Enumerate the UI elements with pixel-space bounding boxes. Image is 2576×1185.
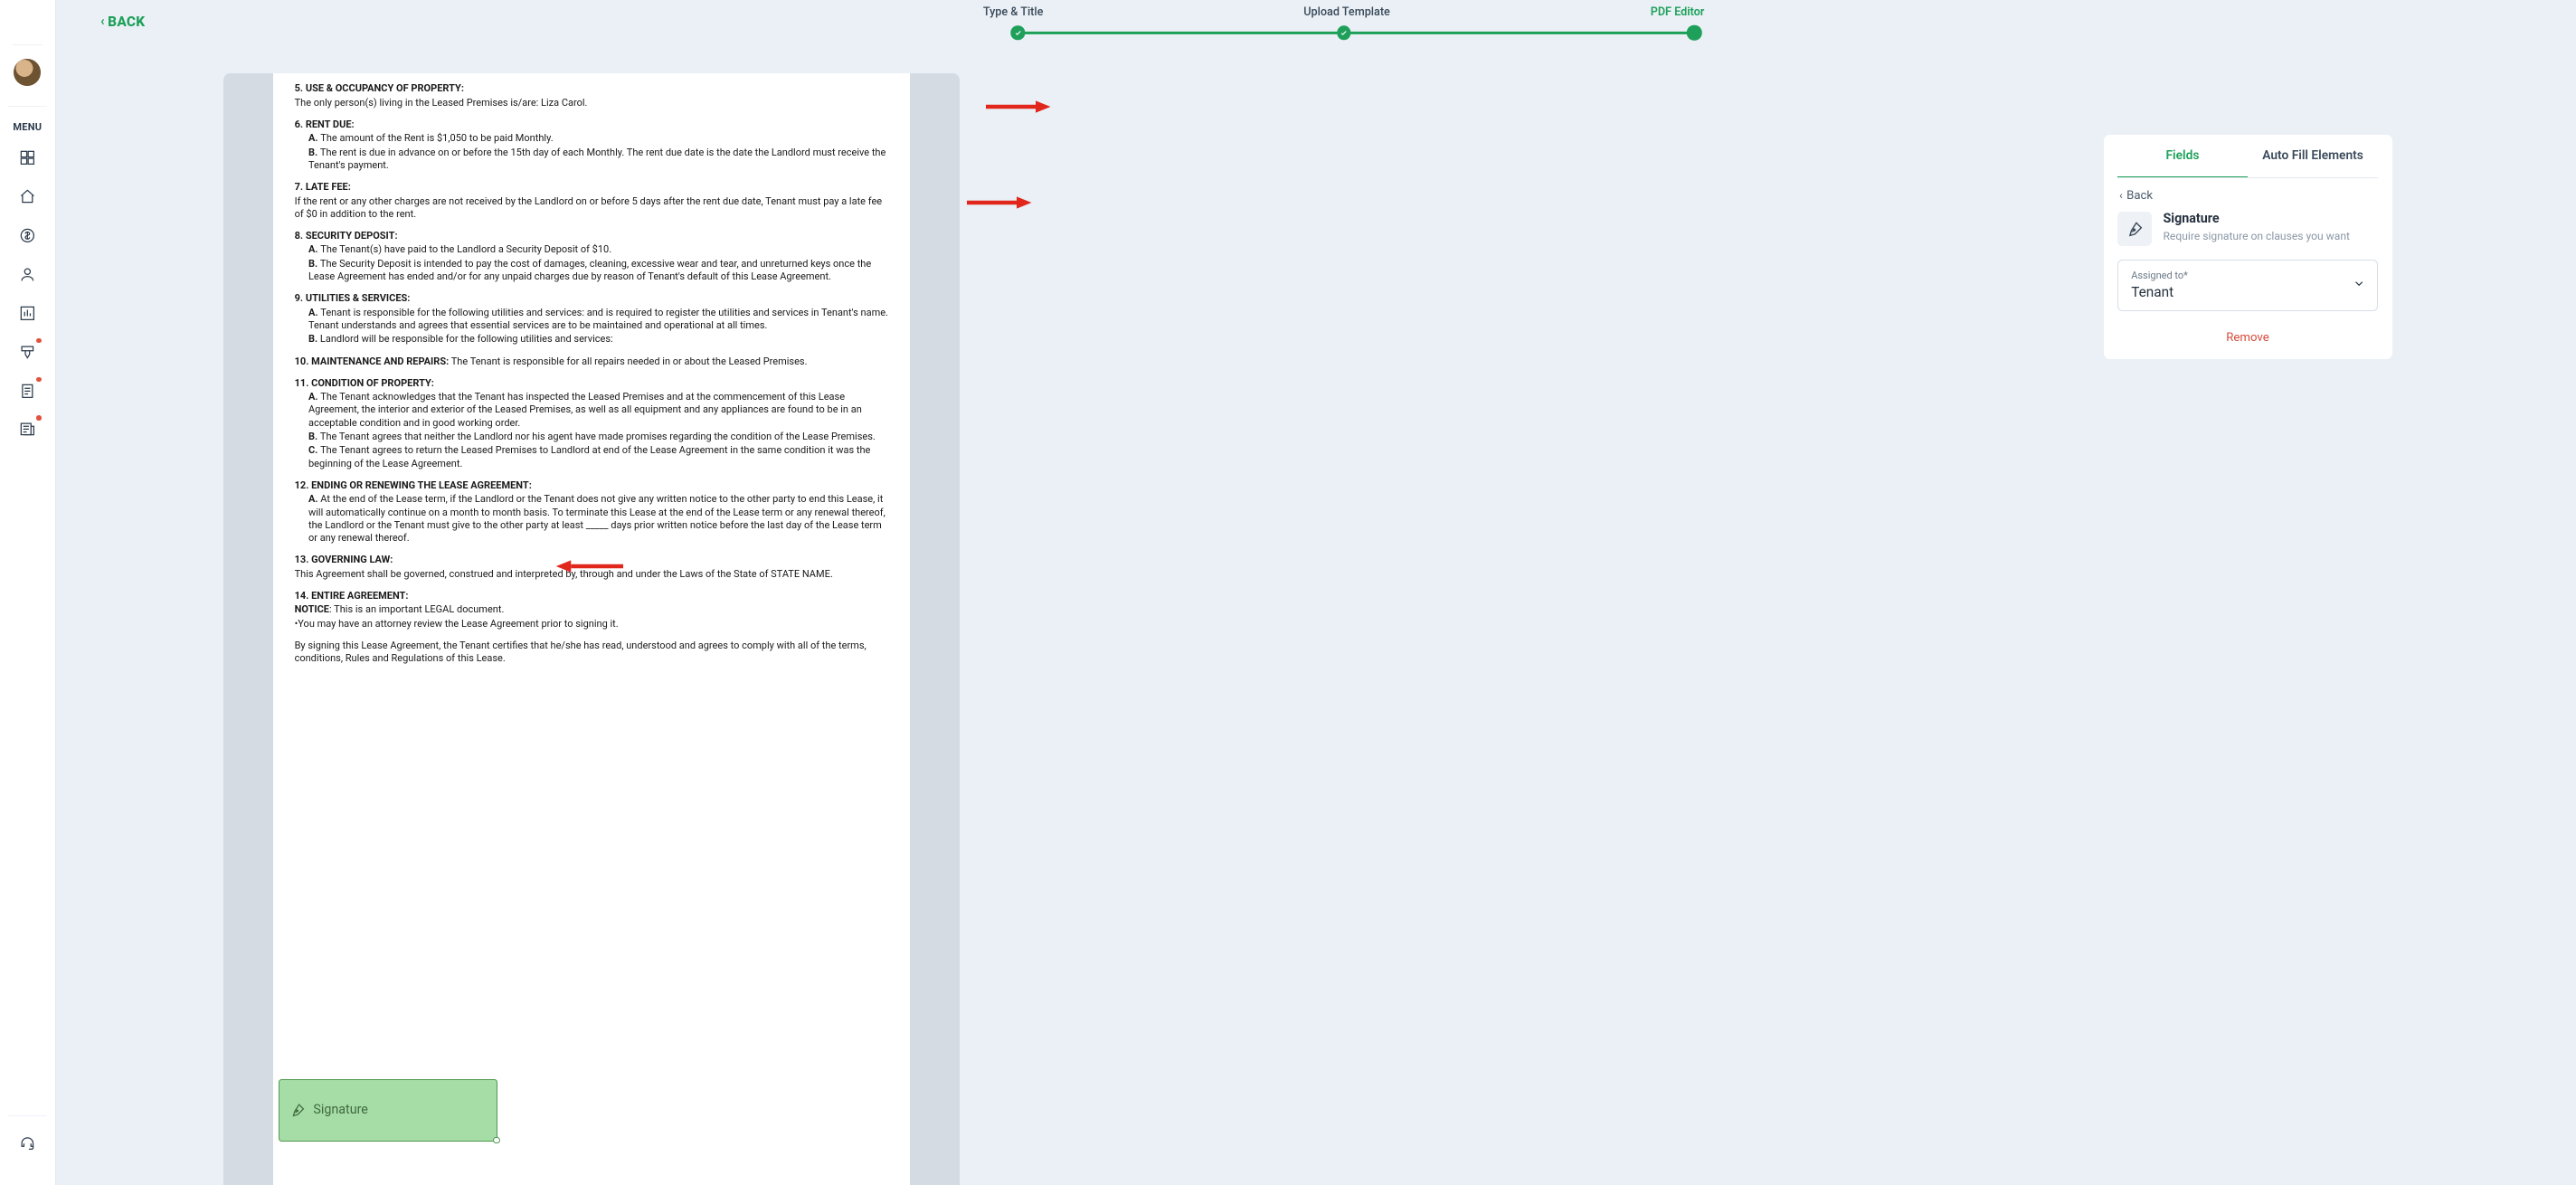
- step-label-2: Upload Template: [1303, 5, 1390, 19]
- divider: [8, 106, 46, 107]
- sec10-title: 10. MAINTENANCE AND REPAIRS:: [295, 356, 450, 367]
- document-page[interactable]: 5. USE & OCCUPANCY OF PROPERTY: The only…: [273, 73, 910, 1185]
- sec8-title: 8. SECURITY DEPOSIT:: [295, 230, 398, 242]
- chevron-down-icon: [2353, 278, 2365, 293]
- tab-fields[interactable]: Fields: [2117, 135, 2248, 177]
- sec14-title: 14. ENTIRE AGREEMENT:: [295, 590, 409, 602]
- sec7-body: If the rent or any other charges are not…: [295, 195, 890, 222]
- assigned-to-select[interactable]: Assigned to* Tenant: [2117, 260, 2378, 311]
- tab-autofill[interactable]: Auto Fill Elements: [2248, 135, 2378, 177]
- sec11-a: The Tenant acknowledges that the Tenant …: [308, 391, 862, 429]
- assigned-to-value: Tenant: [2131, 284, 2364, 300]
- closing-paragraph: By signing this Lease Agreement, the Ten…: [295, 640, 890, 666]
- pen-nib-icon: [2117, 212, 2153, 247]
- sec7-title: 7. LATE FEE:: [295, 181, 351, 193]
- document-viewport: 5. USE & OCCUPANCY OF PROPERTY: The only…: [223, 73, 960, 1185]
- home-icon[interactable]: [15, 185, 39, 208]
- sec12-title: 12. ENDING OR RENEWING THE LEASE AGREEME…: [295, 479, 532, 491]
- remove-label: Remove: [2226, 331, 2268, 345]
- person-icon[interactable]: [15, 262, 39, 286]
- panel-tabs: Fields Auto Fill Elements: [2117, 135, 2378, 178]
- top-header: ‹ BACK Type & Title Upload Template PDF …: [56, 0, 2576, 60]
- brush-icon[interactable]: [15, 340, 39, 364]
- sec9-title: 9. UTILITIES & SERVICES:: [295, 292, 411, 304]
- headset-icon[interactable]: [15, 1132, 39, 1155]
- signature-option-title: Signature: [2163, 212, 2350, 226]
- logo-slot: [13, 15, 43, 45]
- chevron-left-icon: ‹: [2119, 189, 2123, 202]
- money-icon[interactable]: [15, 223, 39, 247]
- left-sidebar: MENU: [0, 0, 56, 1185]
- chevron-left-icon: ‹: [100, 14, 105, 29]
- sec13-title: 13. GOVERNING LAW:: [295, 554, 393, 565]
- step-node-1[interactable]: [1011, 26, 1025, 40]
- panel-back-button[interactable]: ‹ Back: [2119, 189, 2153, 203]
- sec11-title: 11. CONDITION OF PROPERTY:: [295, 377, 434, 389]
- chart-icon[interactable]: [15, 301, 39, 325]
- right-panel: Fields Auto Fill Elements ‹ Back Signatu…: [2104, 135, 2392, 360]
- remove-button[interactable]: Remove: [2117, 331, 2378, 345]
- stepper: Type & Title Upload Template PDF Editor: [111, 5, 2576, 41]
- annotation-arrow-signature: [967, 193, 1032, 215]
- sec5-body: The only person(s) living in the Leased …: [295, 97, 890, 109]
- sec6-title: 6. RENT DUE:: [295, 118, 355, 130]
- sec9-b: Landlord will be responsible for the fol…: [320, 333, 613, 345]
- signature-field[interactable]: Signature: [279, 1079, 497, 1141]
- sec6-b: The rent is due in advance on or before …: [308, 147, 886, 171]
- sec6-a: The amount of the Rent is $1,050 to be p…: [320, 132, 553, 144]
- sec5-title: 5. USE & OCCUPANCY OF PROPERTY:: [295, 82, 464, 94]
- step-node-3[interactable]: [1687, 25, 1702, 41]
- notification-dot: [36, 415, 42, 421]
- panel-back-label: Back: [2126, 189, 2153, 203]
- sec11-c: The Tenant agrees to return the Leased P…: [308, 444, 870, 469]
- step-node-2[interactable]: [1337, 26, 1350, 40]
- dashboard-icon[interactable]: [15, 146, 39, 169]
- annotation-arrow-tabs: [986, 97, 1051, 119]
- sec8-a: The Tenant(s) have paid to the Landlord …: [320, 243, 611, 255]
- sec13-body: This Agreement shall be governed, constr…: [295, 568, 890, 581]
- menu-label: MENU: [13, 121, 42, 133]
- tab-autofill-label: Auto Fill Elements: [2262, 148, 2363, 163]
- notification-dot: [36, 338, 42, 344]
- resize-handle[interactable]: [493, 1137, 500, 1144]
- signature-option-desc: Require signature on clauses you want: [2163, 229, 2350, 243]
- news-icon[interactable]: [15, 418, 39, 441]
- notification-dot: [36, 377, 42, 383]
- editor-canvas: 5. USE & OCCUPANCY OF PROPERTY: The only…: [56, 60, 2576, 1185]
- tab-fields-label: Fields: [2165, 148, 2199, 163]
- divider: [8, 1115, 46, 1116]
- sec10-body: The Tenant is responsible for all repair…: [451, 356, 808, 367]
- pen-nib-icon: [290, 1103, 306, 1118]
- sec9-a: Tenant is responsible for the following …: [308, 307, 888, 331]
- document-icon[interactable]: [15, 379, 39, 403]
- signature-field-label: Signature: [313, 1102, 368, 1119]
- sec14-notice: : This is an important LEGAL document.: [329, 603, 504, 615]
- step-label-1: Type & Title: [983, 5, 1044, 19]
- signature-option[interactable]: Signature Require signature on clauses y…: [2117, 212, 2378, 247]
- step-label-3: PDF Editor: [1651, 5, 1705, 19]
- sec8-b: The Security Deposit is intended to pay …: [308, 258, 871, 282]
- assigned-to-label: Assigned to*: [2131, 270, 2188, 281]
- sec12-a: At the end of the Lease term, if the Lan…: [308, 493, 886, 544]
- avatar[interactable]: [14, 59, 41, 86]
- sec14-notice-label: NOTICE: [295, 603, 329, 615]
- sec14-bullet: •You may have an attorney review the Lea…: [295, 618, 890, 630]
- sec11-b: The Tenant agrees that neither the Landl…: [320, 431, 876, 442]
